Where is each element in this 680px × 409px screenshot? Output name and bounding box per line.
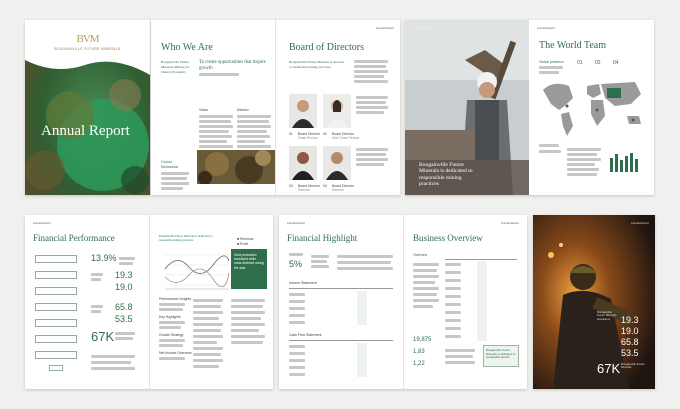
director-photo-4 xyxy=(323,146,351,180)
bo-title: Business Overview xyxy=(413,233,483,243)
world-team-bar-chart xyxy=(610,153,638,172)
bo-stat-2: 1,83 xyxy=(413,349,425,355)
fh-sub2: Cash Flow Statement xyxy=(289,333,322,337)
logo-mark: BVM xyxy=(76,33,99,45)
fh-big: 5% xyxy=(289,259,303,269)
back-stat-4: 53.5 xyxy=(621,348,639,358)
bo-lead: Overview xyxy=(413,253,428,257)
director-num-3: 03 xyxy=(289,184,293,188)
financial-highlight-overview-spread: Annual Report Financial Highlight 5% Inc… xyxy=(279,215,527,389)
fp-line-chart xyxy=(164,254,230,290)
fp-stat-4: 53.5 xyxy=(115,314,133,324)
cover-page: BVM BOUGAINVILLE FUTURE MINERALS Annual … xyxy=(25,20,150,195)
fp-callout: Gold production increased while costs de… xyxy=(231,249,267,289)
world-team-title: The World Team xyxy=(539,40,606,51)
fp-callout-text: Gold production increased while costs de… xyxy=(234,253,264,270)
world-map xyxy=(543,82,641,136)
world-stat-3: 04 xyxy=(613,60,619,66)
back-stat-1: 19.3 xyxy=(621,315,639,325)
contact-heading: Contact Information xyxy=(161,160,179,169)
back-header: Annual Report xyxy=(631,221,649,225)
miner-header: Annual Report xyxy=(415,26,433,30)
director-photo-1 xyxy=(289,94,317,128)
financial-performance-spread: Annual Report Financial Performance 13.9… xyxy=(25,215,273,389)
board-header: Annual Report xyxy=(376,26,394,30)
mining-photo xyxy=(197,150,275,184)
board-lead: Bougainville Future Minerals is devoted … xyxy=(289,60,344,69)
who-we-are-board-spread: Who We Are Bougainville Future Minerals … xyxy=(151,20,400,195)
fp-right-lead: Bougainville Future Minerals is dedicate… xyxy=(159,234,213,242)
fp-stat-2: 19.0 xyxy=(115,282,133,292)
fp-header: Annual Report xyxy=(33,221,51,225)
director-num-4: 04 xyxy=(323,184,327,188)
director-role-3: Director xyxy=(298,188,310,192)
fh-title: Financial Highlight xyxy=(287,233,358,243)
legend-revenue: Revenue xyxy=(240,237,254,241)
mission-heading: Mission xyxy=(237,108,249,112)
miner-world-team-spread: Annual Report Bougainville Future Minera… xyxy=(405,20,654,195)
back-small: Bougainville Future Minerals operations xyxy=(597,310,617,321)
logo-text: BOUGAINVILLE FUTURE MINERALS xyxy=(54,47,121,51)
back-big-k-caption: Bougainville Future Minerals xyxy=(621,362,645,370)
director-num-1: 01 xyxy=(289,132,293,136)
fp-side-head-4: Net Income Overview xyxy=(159,351,192,355)
fp-side-head-1: Performance Insights xyxy=(159,297,192,301)
director-role-2: Vice Chair Person xyxy=(332,136,360,140)
fh-sub1: Income Statement xyxy=(289,281,317,285)
back-page: Annual Report Bougainville Future Minera… xyxy=(533,215,655,389)
board-title: Board of Directors xyxy=(289,42,364,53)
bo-note-box: Bougainville Future Minerals is dedicate… xyxy=(483,345,519,367)
legend-profit: Profit xyxy=(240,242,248,246)
world-stat-1: 01 xyxy=(577,60,583,66)
fp-title: Financial Performance xyxy=(33,233,115,243)
who-we-are-intro: To create opportunities that inspire gro… xyxy=(199,60,266,71)
world-team-header: Annual Report xyxy=(537,26,555,30)
cover-title: Annual Report xyxy=(41,123,130,139)
fp-big-pct: 13.9% xyxy=(91,253,117,263)
fp-side-head-3: Growth Strategy xyxy=(159,333,184,337)
who-we-are-title: Who We Are xyxy=(161,42,213,53)
vision-heading: Vision xyxy=(199,108,209,112)
fh-header: Annual Report xyxy=(287,221,305,225)
fp-big-k: 67K xyxy=(91,329,115,344)
back-stat-3: 65.8 xyxy=(621,337,639,347)
director-role-1: Chair Person xyxy=(298,136,318,140)
director-num-2: 02 xyxy=(323,132,327,136)
bo-note: Bougainville Future Minerals is dedicate… xyxy=(486,348,516,360)
world-stat-2: 02 xyxy=(595,60,601,66)
world-team-lead: Global presence xyxy=(539,60,564,64)
fp-stat-1: 19.3 xyxy=(115,270,133,280)
bo-header: Annual Report xyxy=(501,221,519,225)
who-we-are-lead: Bougainville Future Minerals Mining for … xyxy=(161,60,190,74)
director-photo-2 xyxy=(323,94,351,128)
back-big-k: 67K xyxy=(597,361,621,376)
fp-side-head-2: Key Highlights xyxy=(159,315,181,319)
bo-stat-3: 1,22 xyxy=(413,361,425,367)
bo-stat-1: 19,875 xyxy=(413,337,432,343)
director-photo-3 xyxy=(289,146,317,180)
back-stat-2: 19.0 xyxy=(621,326,639,336)
director-role-4: Director xyxy=(332,188,344,192)
miner-caption: Bougainville Future Minerals is dedicate… xyxy=(419,162,473,188)
fp-stat-3: 65.8 xyxy=(115,302,133,312)
